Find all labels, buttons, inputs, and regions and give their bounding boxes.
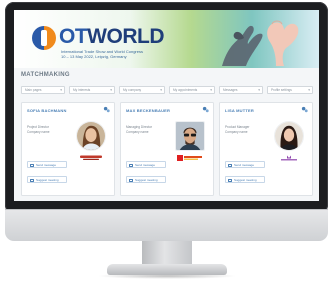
filter-main-pages[interactable]: Main pages ▾ bbox=[21, 86, 65, 94]
event-logo[interactable]: OTWORLD bbox=[59, 26, 164, 48]
filter-bar: Main pages ▾ My interests ▾ My company ▾… bbox=[21, 86, 313, 95]
avatar bbox=[175, 121, 205, 151]
send-message-button[interactable]: Send message bbox=[225, 161, 265, 168]
mail-icon bbox=[129, 163, 133, 167]
contact-company: Company name bbox=[225, 130, 248, 134]
contact-role: Product Manager bbox=[225, 125, 250, 129]
filter-my-company[interactable]: My company ▾ bbox=[119, 86, 165, 94]
monitor-chin bbox=[5, 209, 328, 241]
contact-name: MAX BECKENBAUER bbox=[126, 108, 171, 113]
connect-icon[interactable] bbox=[103, 106, 110, 113]
contact-card[interactable]: SOFIA BACHMANN Project Director Company … bbox=[21, 102, 115, 196]
chevron-down-icon: ▾ bbox=[60, 88, 62, 92]
contact-role: Managing Director bbox=[126, 125, 153, 129]
filter-label: Main pages bbox=[25, 88, 42, 92]
company-logo bbox=[80, 155, 102, 160]
filter-profile-settings[interactable]: Profile settings ▾ bbox=[267, 86, 313, 94]
monitor-stand-base bbox=[107, 264, 227, 275]
avatar bbox=[274, 121, 304, 151]
contact-card[interactable]: MAX BECKENBAUER Managing Director Compan… bbox=[120, 102, 214, 196]
suggest-meeting-button[interactable]: Suggest meeting bbox=[27, 176, 67, 183]
section-title: MATCHMAKING bbox=[21, 72, 70, 78]
connect-icon[interactable] bbox=[301, 106, 308, 113]
contact-company: Company name bbox=[27, 130, 50, 134]
contact-role: Project Director bbox=[27, 125, 49, 129]
contact-company: Company name bbox=[126, 130, 149, 134]
contact-card[interactable]: LISA MUTTER Product Manager Company name… bbox=[219, 102, 313, 196]
otworld-logo-icon bbox=[32, 26, 56, 50]
calendar-icon bbox=[30, 178, 34, 182]
event-banner: OTWORLD International Trade Show and Wor… bbox=[14, 10, 319, 68]
company-logo bbox=[281, 155, 297, 161]
filter-my-interests[interactable]: My interests ▾ bbox=[69, 86, 115, 94]
chevron-down-icon: ▾ bbox=[110, 88, 112, 92]
filter-my-appointments[interactable]: My appointments ▾ bbox=[169, 86, 215, 94]
calendar-icon bbox=[228, 178, 232, 182]
mail-icon bbox=[228, 163, 232, 167]
contact-name: SOFIA BACHMANN bbox=[27, 108, 67, 113]
company-logo bbox=[177, 155, 202, 161]
suggest-meeting-button[interactable]: Suggest meeting bbox=[225, 176, 265, 183]
heart-hands-image bbox=[222, 20, 299, 66]
screen: OTWORLD International Trade Show and Wor… bbox=[14, 10, 319, 201]
calendar-icon bbox=[129, 178, 133, 182]
suggest-meeting-button[interactable]: Suggest meeting bbox=[126, 176, 166, 183]
event-dates: 10 – 13 May 2022, Leipzig, Germany bbox=[61, 54, 127, 59]
chevron-down-icon: ▾ bbox=[308, 88, 310, 92]
send-message-button[interactable]: Send message bbox=[126, 161, 166, 168]
filter-label: Profile settings bbox=[271, 88, 292, 92]
filter-label: My appointments bbox=[173, 88, 198, 92]
filter-label: My company bbox=[123, 88, 142, 92]
filter-messages[interactable]: Messages ▾ bbox=[219, 86, 263, 94]
chevron-down-icon: ▾ bbox=[258, 88, 260, 92]
contact-name: LISA MUTTER bbox=[225, 108, 254, 113]
chevron-down-icon: ▾ bbox=[210, 88, 212, 92]
mail-icon bbox=[30, 163, 34, 167]
avatar bbox=[76, 121, 106, 151]
filter-label: My interests bbox=[73, 88, 91, 92]
chevron-down-icon: ▾ bbox=[160, 88, 162, 92]
connect-icon[interactable] bbox=[202, 106, 209, 113]
filter-label: Messages bbox=[223, 88, 238, 92]
send-message-button[interactable]: Send message bbox=[27, 161, 67, 168]
